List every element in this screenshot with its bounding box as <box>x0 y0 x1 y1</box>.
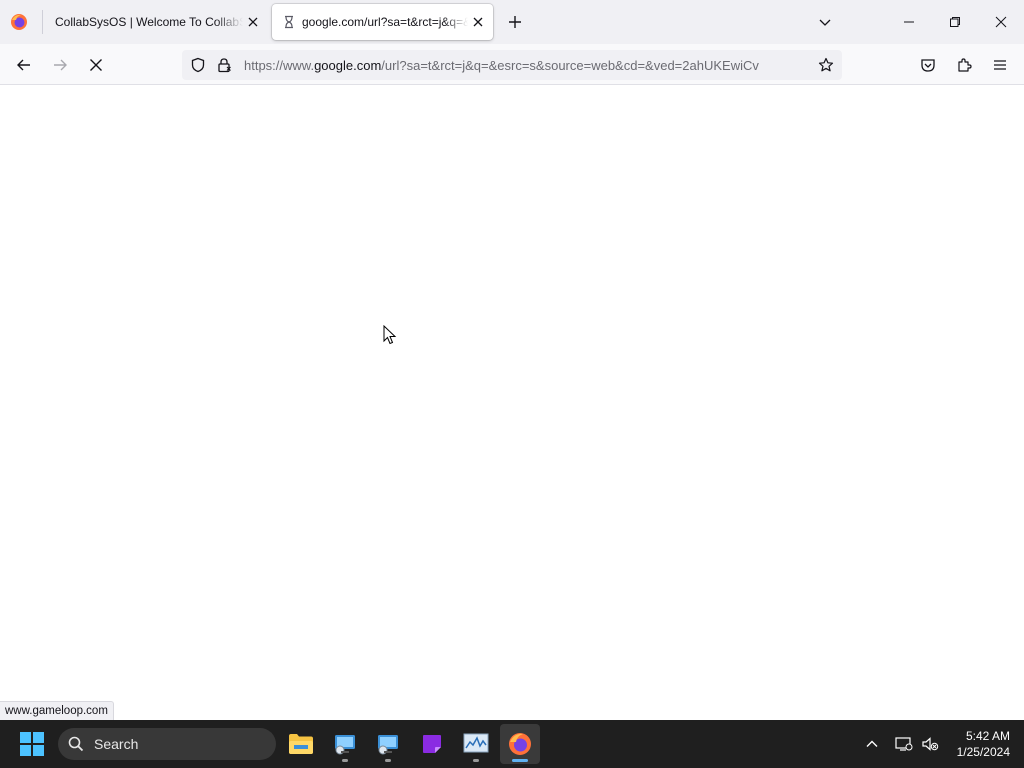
tab-title: google.com/url?sa=t&rct=j&q=&esrc=s <box>302 15 468 29</box>
stop-button[interactable] <box>83 52 109 78</box>
close-tab-icon[interactable] <box>244 13 262 31</box>
arrow-left-icon <box>17 59 30 71</box>
page-content[interactable] <box>0 85 1024 720</box>
taskbar-network-app-2[interactable] <box>368 724 408 764</box>
pocket-button[interactable] <box>915 52 941 78</box>
taskbar-network-app[interactable] <box>325 724 365 764</box>
arrow-right-icon <box>54 59 67 71</box>
tab-collabsysos[interactable]: CollabSysOS | Welcome To CollabSysOS <box>46 4 268 40</box>
running-indicator <box>385 759 391 762</box>
search-label: Search <box>94 736 139 752</box>
running-indicator <box>342 759 348 762</box>
url-prefix: https://www. <box>244 58 315 73</box>
tab-google-redirect[interactable]: google.com/url?sa=t&rct=j&q=&esrc=s <box>272 4 493 40</box>
url-host: google.com <box>314 58 382 73</box>
system-clock[interactable]: 5:42 AM 1/25/2024 <box>946 728 1010 760</box>
close-tab-icon[interactable] <box>469 13 487 31</box>
taskbar-purple-app[interactable] <box>412 724 452 764</box>
status-link-preview: www.gameloop.com <box>0 701 114 721</box>
performance-chart-icon <box>463 733 489 753</box>
firefox-icon <box>509 733 531 755</box>
volume-button[interactable] <box>920 734 940 754</box>
tab-strip: CollabSysOS | Welcome To CollabSysOS goo… <box>0 0 1024 44</box>
search-icon <box>68 736 84 752</box>
list-all-tabs-button[interactable] <box>814 11 836 33</box>
tab-title: CollabSysOS | Welcome To CollabSysOS <box>55 15 243 29</box>
taskbar-task-manager[interactable] <box>456 724 496 764</box>
forward-button[interactable] <box>47 52 73 78</box>
taskbar: Search 5:42 AM 1/25/2024 <box>0 720 1024 768</box>
network-monitor-icon <box>378 735 398 755</box>
url-bar[interactable]: https://www.google.com/url?sa=t&rct=j&q=… <box>182 50 842 80</box>
bookmark-star-icon[interactable] <box>817 56 835 74</box>
firefox-view-icon[interactable] <box>9 12 29 32</box>
purple-note-icon <box>423 735 441 753</box>
chevron-down-icon <box>819 19 831 26</box>
network-status-button[interactable] <box>894 734 914 754</box>
minimize-icon <box>904 21 914 23</box>
close-icon <box>995 16 1007 28</box>
back-button[interactable] <box>11 52 37 78</box>
hamburger-menu-icon <box>994 60 1006 70</box>
pocket-icon <box>921 59 935 72</box>
extensions-button[interactable] <box>951 52 977 78</box>
start-button[interactable] <box>20 732 44 756</box>
taskbar-search-box[interactable]: Search <box>58 728 276 760</box>
url-path: /url?sa=t&rct=j&q=&esrc=s&source=web&cd=… <box>381 58 759 73</box>
restore-icon <box>950 17 960 27</box>
restore-button[interactable] <box>932 0 978 44</box>
clock-date: 1/25/2024 <box>956 745 1010 759</box>
clock-time: 5:42 AM <box>965 729 1010 743</box>
tracking-protection-shield-icon[interactable] <box>189 56 207 74</box>
puzzle-icon <box>958 58 972 72</box>
taskbar-firefox[interactable] <box>500 724 540 764</box>
taskbar-file-explorer[interactable] <box>281 724 321 764</box>
chevron-up-icon <box>866 740 878 747</box>
windows-logo-icon <box>20 732 44 756</box>
folder-icon <box>289 734 313 754</box>
hourglass-icon <box>285 15 293 29</box>
mouse-pointer-icon <box>383 325 397 345</box>
close-window-button[interactable] <box>978 0 1024 44</box>
lock-icon[interactable] <box>215 56 233 74</box>
minimize-button[interactable] <box>886 0 932 44</box>
show-hidden-icons-button[interactable] <box>862 734 882 754</box>
plus-icon <box>509 16 521 28</box>
speaker-muted-icon <box>922 737 939 751</box>
running-indicator <box>473 759 479 762</box>
active-indicator <box>512 759 528 762</box>
app-menu-button[interactable] <box>987 52 1013 78</box>
tab-separator <box>42 10 43 34</box>
new-tab-button[interactable] <box>504 11 526 33</box>
navigation-toolbar: https://www.google.com/url?sa=t&rct=j&q=… <box>0 44 1024 85</box>
network-monitor-icon <box>335 735 355 755</box>
url-text[interactable]: https://www.google.com/url?sa=t&rct=j&q=… <box>244 58 810 73</box>
network-disconnected-icon <box>895 737 913 751</box>
stop-icon <box>90 59 102 71</box>
